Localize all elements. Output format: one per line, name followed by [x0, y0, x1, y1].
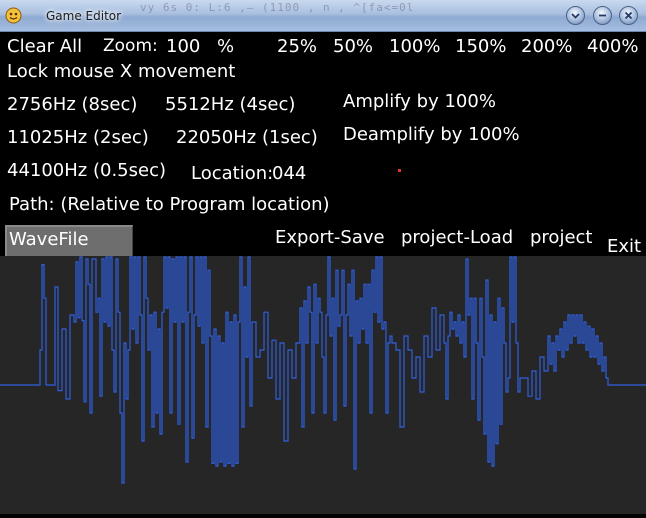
zoom-100-button[interactable]: 100%: [389, 36, 440, 58]
rate-11025-button[interactable]: 11025Hz (2sec): [7, 127, 149, 149]
location-label: Location:: [191, 163, 274, 184]
zoom-200-button[interactable]: 200%: [521, 36, 572, 58]
zoom-150-button[interactable]: 150%: [455, 36, 506, 58]
location-value: 044: [272, 163, 307, 184]
maximize-button[interactable]: [593, 6, 612, 25]
export-save-button[interactable]: Export-Save: [275, 227, 385, 249]
deamplify-button[interactable]: Deamplify by 100%: [343, 124, 520, 146]
clear-all-button[interactable]: Clear All: [7, 36, 82, 58]
background-ghost-text: vy 6s 0: L:6 ,— (1100 , n , ^[fa<=0l: [140, 1, 415, 14]
rate-44100-button[interactable]: 44100Hz (0.5sec): [7, 160, 166, 182]
waveform-svg[interactable]: [0, 256, 646, 514]
lock-mouse-x-toggle[interactable]: Lock mouse X movement: [7, 61, 235, 83]
project-label: project: [530, 227, 593, 248]
rate-22050-button[interactable]: 22050Hz (1sec): [176, 127, 318, 149]
close-button[interactable]: [619, 6, 638, 25]
window-title: Game Editor: [46, 9, 122, 23]
title-bar[interactable]: vy 6s 0: L:6 ,— (1100 , n , ^[fa<=0l Gam…: [0, 0, 646, 32]
wavefile-input[interactable]: WaveFile: [5, 225, 133, 257]
mouse-cursor-dot: [398, 169, 401, 172]
zoom-25-button[interactable]: 25%: [277, 36, 317, 58]
zoom-value: 100: [166, 36, 201, 57]
zoom-unit: %: [217, 36, 235, 57]
path-label: Path: (Relative to Program location): [9, 194, 330, 215]
rate-5512-button[interactable]: 5512Hz (4sec): [165, 94, 295, 116]
zoom-50-button[interactable]: 50%: [333, 36, 373, 58]
zoom-400-button[interactable]: 400%: [587, 36, 638, 58]
minimize-button[interactable]: [566, 6, 585, 25]
amplify-button[interactable]: Amplify by 100%: [343, 91, 496, 113]
exit-button[interactable]: Exit: [607, 236, 641, 258]
waveform-area[interactable]: [0, 256, 646, 514]
app-icon: [5, 7, 22, 24]
project-load-button[interactable]: project-Load: [401, 227, 513, 249]
rate-2756-button[interactable]: 2756Hz (8sec): [7, 94, 137, 116]
waveform-line: [0, 256, 646, 484]
editor-canvas[interactable]: Clear All Zoom: 100 % 25% 50% 100% 150% …: [0, 32, 646, 514]
zoom-label: Zoom:: [103, 36, 158, 56]
